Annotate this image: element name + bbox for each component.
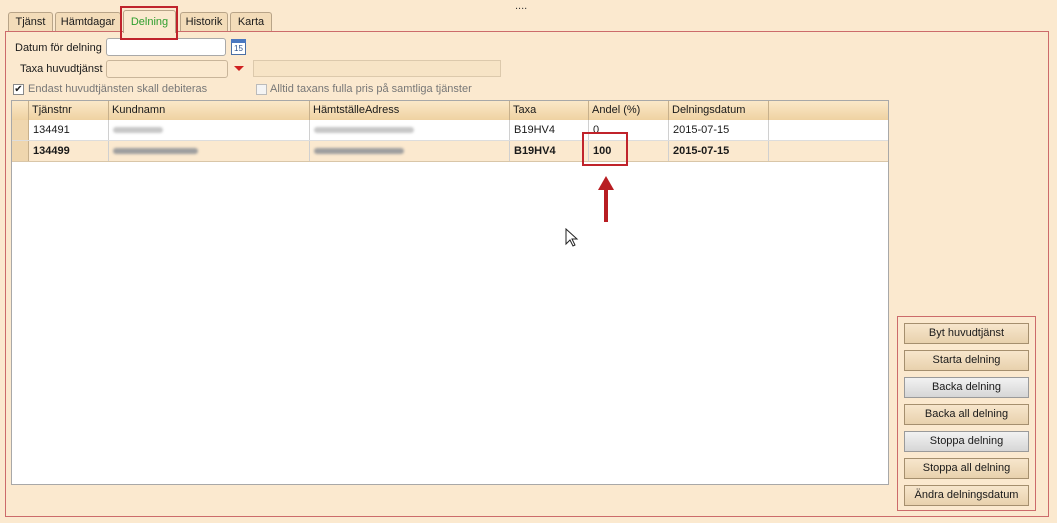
alltid-label: Alltid taxans fulla pris på samtliga tjä… (270, 83, 472, 95)
alltid-checkbox[interactable] (256, 84, 267, 95)
col-taxa[interactable]: Taxa (510, 101, 589, 120)
tab-karta[interactable]: Karta (230, 12, 272, 31)
cell-kundnamn-redacted (109, 141, 310, 161)
calendar-day: 15 (234, 44, 243, 53)
endast-checkbox[interactable]: ✔ (13, 84, 24, 95)
byt-huvudtjanst-button[interactable]: Byt huvudtjänst (904, 323, 1029, 344)
col-kundnamn[interactable]: Kundnamn (109, 101, 310, 120)
tab-tjanst[interactable]: Tjänst (8, 12, 53, 31)
taxa-description-field (253, 60, 501, 77)
window-grip: .... (515, 0, 528, 12)
col-andel[interactable]: Andel (%) (589, 101, 669, 120)
datum-field[interactable] (106, 38, 226, 56)
cell-delningsdatum: 2015-07-15 (669, 120, 769, 140)
tab-historik[interactable]: Historik (180, 12, 228, 31)
tab-highlight-box (120, 6, 178, 40)
cell-delningsdatum: 2015-07-15 (669, 141, 769, 161)
stoppa-delning-button[interactable]: Stoppa delning (904, 431, 1029, 452)
andel-highlight-box (582, 132, 628, 166)
tab-hamtdagar[interactable]: Hämtdagar (55, 12, 121, 31)
mouse-pointer-icon (565, 228, 579, 247)
col-hamtstalleadress[interactable]: HämtställeAdress (310, 101, 510, 120)
col-delningsdatum[interactable]: Delningsdatum (669, 101, 769, 120)
cell-tjanstnr: 134491 (29, 120, 109, 140)
backa-all-delning-button[interactable]: Backa all delning (904, 404, 1029, 425)
cell-adress-redacted (310, 120, 510, 140)
taxa-combo[interactable] (106, 60, 228, 78)
cell-taxa: B19HV4 (510, 120, 589, 140)
row-selector[interactable] (12, 141, 29, 161)
arrow-shaft (604, 186, 608, 222)
cell-kundnamn-redacted (109, 120, 310, 140)
andra-delningsdatum-button[interactable]: Ändra delningsdatum (904, 485, 1029, 506)
row-selector[interactable] (12, 120, 29, 140)
grid-header: Tjänstnr Kundnamn HämtställeAdress Taxa … (12, 101, 888, 121)
calendar-icon[interactable]: 15 (231, 39, 246, 55)
datum-label: Datum för delning (15, 42, 102, 54)
col-tjanstnr[interactable]: Tjänstnr (29, 101, 109, 120)
dropdown-arrow-icon[interactable] (234, 66, 244, 71)
header-corner (12, 101, 29, 120)
action-button-group: Byt huvudtjänst Starta delning Backa del… (897, 316, 1036, 511)
backa-delning-button[interactable]: Backa delning (904, 377, 1029, 398)
stoppa-all-delning-button[interactable]: Stoppa all delning (904, 458, 1029, 479)
endast-label: Endast huvudtjänsten skall debiteras (28, 83, 208, 95)
cell-tjanstnr: 134499 (29, 141, 109, 161)
cell-adress-redacted (310, 141, 510, 161)
taxa-label: Taxa huvudtjänst (20, 63, 103, 75)
starta-delning-button[interactable]: Starta delning (904, 350, 1029, 371)
table-row[interactable]: 134491 B19HV4 0 2015-07-15 (12, 120, 888, 141)
delning-grid[interactable]: Tjänstnr Kundnamn HämtställeAdress Taxa … (11, 100, 889, 485)
cell-taxa: B19HV4 (510, 141, 589, 161)
table-row[interactable]: 134499 B19HV4 100 2015-07-15 (12, 141, 888, 162)
